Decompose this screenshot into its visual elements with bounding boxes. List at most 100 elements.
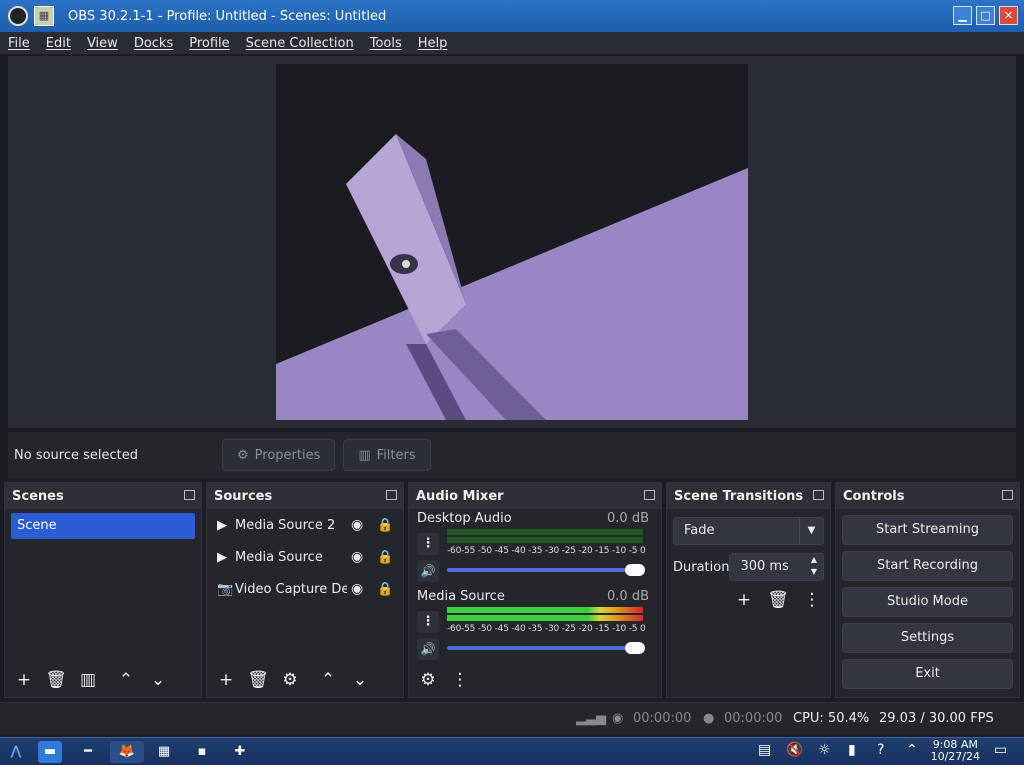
move-scene-down-button[interactable]: ⌄ [145,667,171,693]
source-item[interactable]: ▶ Media Source ◉ 🔒 [207,541,403,573]
obs-logo-icon [8,6,28,26]
undock-icon[interactable] [644,490,655,500]
duration-value: 300 ms [740,559,789,574]
slider-knob[interactable] [625,642,645,654]
help-icon[interactable]: ? [877,742,884,758]
play-icon: ▶ [217,517,227,533]
scene-item[interactable]: Scene [11,513,195,539]
chevron-down-icon[interactable]: ▼ [799,518,823,544]
channel-menu-button[interactable]: ⋮ [417,533,439,555]
undock-icon[interactable] [813,490,824,500]
menu-profile[interactable]: Profile [189,36,229,51]
source-item[interactable]: ▶ Media Source 2 ◉ 🔒 [207,509,403,541]
exit-button[interactable]: Exit [842,659,1013,689]
visibility-eye-icon[interactable]: ◉ [351,549,363,565]
usb-icon[interactable]: ▮ [848,742,856,758]
lock-icon[interactable]: 🔒 [377,518,393,533]
show-desktop-icon[interactable]: ▭ [994,742,1007,758]
duration-input[interactable]: 300 ms ▲ ▼ [729,553,824,581]
terminal-icon[interactable]: ━ [76,741,100,763]
lock-icon[interactable]: 🔒 [377,550,393,565]
lock-icon[interactable]: 🔒 [377,582,393,597]
remove-scene-button[interactable]: 🗑 [43,667,69,693]
start-menu-icon[interactable]: ⋀ [4,741,28,763]
slider-knob[interactable] [625,564,645,576]
stream-time: 00:00:00 [633,711,692,726]
visibility-eye-icon[interactable]: ◉ [351,581,363,597]
studio-mode-button[interactable]: Studio Mode [842,587,1013,617]
extension-icon[interactable]: ✚ [228,741,252,763]
level-meter [447,529,643,543]
menu-help[interactable]: Help [418,36,448,51]
close-button[interactable]: ✕ [999,6,1018,25]
mixer-settings-button[interactable]: ⚙ [415,667,441,693]
mixer-menu-button[interactable]: ⋮ [447,667,473,693]
audio-mixer-header: Audio Mixer [409,483,661,509]
clock[interactable]: 9:08 AM 10/27/24 [931,739,980,763]
scene-filters-button[interactable]: ▥ [75,667,101,693]
menu-view[interactable]: View [87,36,118,51]
scenes-header: Scenes [5,483,201,509]
undock-icon[interactable] [386,490,397,500]
transitions-title: Scene Transitions [674,488,804,504]
firefox-icon[interactable]: 🦊 [110,741,144,763]
speaker-icon[interactable]: 🔊 [417,560,439,582]
transition-select[interactable]: Fade ▼ [673,517,824,545]
source-label: Media Source 2 [235,517,336,533]
app-task-icon[interactable]: ▪ [190,741,214,763]
maximize-button[interactable]: □ [976,6,995,25]
channel-db: 0.0 dB [607,511,649,526]
move-source-up-button[interactable]: ⌃ [315,667,341,693]
obs-task-icon[interactable]: ▦ [152,741,176,763]
clipboard-icon[interactable]: ▤ [758,742,771,758]
scene-transitions-dock: Scene Transitions Fade ▼ Duration 300 ms… [666,482,831,698]
menu-bar: File Edit View Docks Profile Scene Colle… [0,32,1024,54]
undock-icon[interactable] [184,490,195,500]
remove-transition-button[interactable]: 🗑 [765,587,791,613]
visibility-eye-icon[interactable]: ◉ [351,517,363,533]
add-source-button[interactable]: + [213,667,239,693]
channel-menu-button[interactable]: ⋮ [417,611,439,633]
transition-menu-button[interactable]: ⋮ [799,587,825,613]
properties-button[interactable]: ⚙ Properties [222,439,336,471]
volume-slider[interactable] [447,564,645,576]
duration-spinner[interactable]: ▲ ▼ [805,554,823,580]
menu-tools[interactable]: Tools [370,36,402,51]
source-item[interactable]: 📷 Video Capture Device ◉ 🔒 [207,573,403,605]
sources-header: Sources [207,483,403,509]
start-recording-button[interactable]: Start Recording [842,551,1013,581]
menu-edit[interactable]: Edit [46,36,71,51]
title-bar: ▦ OBS 30.2.1-1 - Profile: Untitled - Sce… [0,0,1024,32]
channel-name: Desktop Audio [417,511,512,526]
move-source-down-button[interactable]: ⌄ [347,667,373,693]
menu-scene-collection[interactable]: Scene Collection [246,36,354,51]
source-label: Video Capture Device [235,581,347,597]
desktop-icon[interactable]: ▬ [38,741,62,763]
volume-slider[interactable] [447,642,645,654]
settings-button[interactable]: Settings [842,623,1013,653]
cpu-usage: CPU: 50.4% [793,711,870,726]
remove-source-button[interactable]: 🗑 [245,667,271,693]
move-scene-up-button[interactable]: ⌃ [113,667,139,693]
duration-label: Duration [673,559,730,575]
gear-icon: ⚙ [237,447,249,463]
channel-db: 0.0 dB [607,589,649,604]
app-grid-icon[interactable]: ▦ [34,6,54,26]
undock-icon[interactable] [1002,490,1013,500]
start-streaming-button[interactable]: Start Streaming [842,515,1013,545]
controls-dock: Controls Start Streaming Start Recording… [835,482,1020,698]
brightness-icon[interactable]: ☼ [818,742,831,758]
add-scene-button[interactable]: + [11,667,37,693]
add-transition-button[interactable]: + [731,587,757,613]
filters-button[interactable]: ▥ Filters [343,439,431,471]
menu-docks[interactable]: Docks [134,36,173,51]
volume-muted-icon[interactable]: 🔇 [786,742,803,758]
speaker-icon[interactable]: 🔊 [417,638,439,660]
video-preview[interactable] [276,64,748,420]
tray-expand-icon[interactable]: ⌃ [906,742,918,758]
minimize-button[interactable]: ▁ [953,6,972,25]
source-properties-button[interactable]: ⚙ [277,667,303,693]
controls-header: Controls [836,483,1019,509]
channel-name: Media Source [417,589,505,604]
menu-file[interactable]: File [8,36,30,51]
